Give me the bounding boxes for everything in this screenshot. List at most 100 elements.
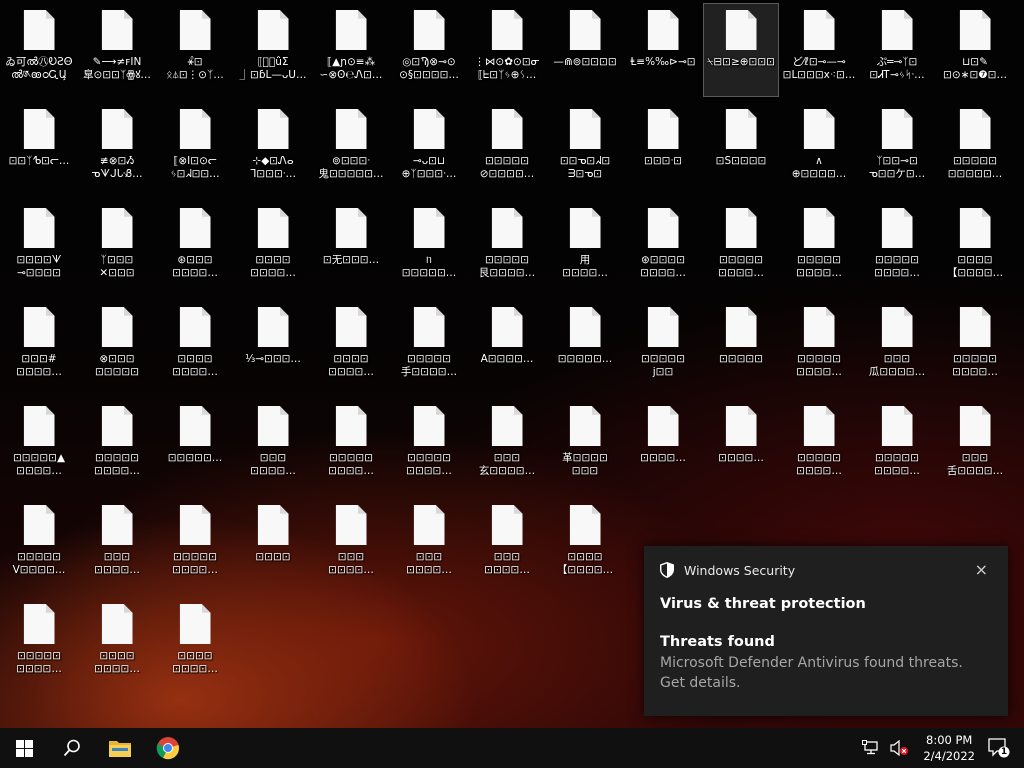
clock[interactable]: 8:00 PM 2/4/2022: [923, 732, 975, 764]
desktop-file-icon[interactable]: ⊔⊡✎ ⊡⊙∗⊡❼⊡…: [938, 4, 1012, 96]
desktop-file-icon[interactable]: ⊡⊡⊡⊡⊡ ⊡⊡⊡⊡…: [860, 202, 934, 294]
desktop-file-icon[interactable]: ⊡⊡⊡⊡⊡…: [548, 301, 622, 393]
file-name-label: ✎⟶≠ꜰIN 皐⊙⊡⊡ᛉꙮꙋ…: [80, 56, 154, 82]
volume-muted-icon[interactable]: [888, 740, 910, 756]
desktop-file-icon[interactable]: ⊡⊡⊡⊡⊡ V⊡⊡⊡⊡…: [2, 499, 76, 591]
desktop-file-icon[interactable]: ゐ可ൽ㊇ᎧƧꙪ ൽ༁ꙭഠᏩԱ̧: [2, 4, 76, 96]
desktop-file-icon[interactable]: ⊡⊡⊡ 舌⊡⊡⊡⊡…: [938, 400, 1012, 492]
desktop-file-icon[interactable]: ⊡⊡⊡⊡⊡ ⊡⊡⊡⊡…: [704, 202, 778, 294]
desktop-file-icon[interactable]: ⊡⊡⊡ ⊡⊡⊡⊡…: [470, 499, 544, 591]
desktop-file-icon[interactable]: ⊡⊡⊡⊡⊡ ⊡⊡⊡⊡…: [2, 598, 76, 690]
search-button[interactable]: [48, 728, 96, 768]
desktop-file-icon[interactable]: ⊡⊡⊡⊡⊡ ⊡⊡⊡⊡…: [782, 400, 856, 492]
file-explorer-button[interactable]: [96, 728, 144, 768]
desktop-file-icon[interactable]: ⊡⊡⊡⊡⊡ ⊡⊡⊡⊡…: [80, 400, 154, 492]
desktop-file-icon[interactable]: ⊡⊡ᛉᕹ⊡ᓕ…: [2, 103, 76, 195]
desktop-file-icon[interactable]: ⊡⊡⊡⊡⊡: [704, 301, 778, 393]
desktop-file-icon[interactable]: ⊡⊡⊡ 瓜⊡⊡⊡⊡…: [860, 301, 934, 393]
file-name-label: ⊡⊡⊡⊡ ⊡⊡⊡⊡…: [236, 254, 310, 280]
desktop-file-icon[interactable]: ⊸ᴗ⊡⊔ ⊕ᛉ⊡⊡⊡ᐧ…: [392, 103, 466, 195]
desktop-file-icon[interactable]: ᛉ⊡⊡⊡ ✕⊡⊡⊡: [80, 202, 154, 294]
start-button[interactable]: [0, 728, 48, 768]
file-icon: [569, 109, 601, 149]
desktop-file-icon[interactable]: ⊡⊡⊡⊡⊡ ⊡⊡⊡⊡…: [392, 400, 466, 492]
desktop-file-icon[interactable]: ⊡⊡⊡⊡⊡ ⊡⊡⊡⊡…: [782, 301, 856, 393]
close-icon[interactable]: ×: [975, 560, 988, 579]
desktop-file-icon[interactable]: ⊡⊡⊡⊡⊡ ⊡⊡⊡⊡⊡…: [938, 103, 1012, 195]
desktop-file-icon[interactable]: ✎⟶≠ꜰIN 皐⊙⊡⊡ᛉꙮꙋ…: [80, 4, 154, 96]
desktop-file-icon[interactable]: ⊡无⊡⊡⊡…: [314, 202, 388, 294]
desktop-file-icon[interactable]: ⊡⊡⊡⊡ ⊡⊡⊡⊡…: [158, 598, 232, 690]
desktop-file-icon[interactable]: ⊡⊡⊡ ⊡⊡⊡⊡…: [314, 499, 388, 591]
notification-toast[interactable]: Windows Security × Virus & threat protec…: [644, 546, 1008, 716]
desktop-file-icon[interactable]: ≢⊗⊡Ᏹ ᓀᗐᒍᒟᏰ…: [80, 103, 154, 195]
desktop-file-icon[interactable]: ⊹◆⊡Ꮑⴰ ᒣ⊡⊡⊡ᐧ…: [236, 103, 310, 195]
file-icon: [179, 10, 211, 50]
desktop-file-icon[interactable]: —⋒⊚⊡⊡⊡⊡: [548, 4, 622, 96]
desktop-file-icon[interactable]: ⊛⊡⊡⊡⊡ ⊡⊡⊡⊡…: [626, 202, 700, 294]
desktop-file-icon[interactable]: Ã⊡⊡⊡⊡…: [470, 301, 544, 393]
desktop-file-icon[interactable]: ぷ═⊸ᛉ⊡ ⊡ᏗᎢ⊸ᛃᛋᐧ…: [860, 4, 934, 96]
chrome-button[interactable]: [144, 728, 192, 768]
desktop-file-icon[interactable]: ∧ ⊕⊡⊡⊡⊡…: [782, 103, 856, 195]
desktop-file-icon[interactable]: ⊡⊡⊡⊡…: [704, 400, 778, 492]
desktop-file-icon[interactable]: ⊡⊡⊡⊡ ⊡⊡⊡⊡…: [236, 202, 310, 294]
desktop-file-icon[interactable]: ⊡⊡⊡⊡ᗐ ⊸⊡⊡⊡⊡: [2, 202, 76, 294]
file-name-line-1: ⟦ヷ⃒ǚΣ: [257, 56, 289, 68]
desktop-file-icon[interactable]: ⊡⊡⊡⊡ 【⊡⊡⊡⊡…: [938, 202, 1012, 294]
desktop-file-icon[interactable]: ⊡⊡⊡⊡⊡ 艮⊡⊡⊡⊡…: [470, 202, 544, 294]
desktop-file-icon[interactable]: ⊡⊡ᓀ⊡ᖽ⊡ ᗱ⊡ᓀ⊡: [548, 103, 622, 195]
desktop-file-icon[interactable]: ⊡⊡⊡⊡…: [626, 400, 700, 492]
desktop-file-icon[interactable]: ⊗⊡⊡⊡ ⊡⊡⊡⊡⊡: [80, 301, 154, 393]
desktop-file-icon[interactable]: ⊡⊡⊡# ⊡⊡⊡⊡…: [2, 301, 76, 393]
desktop-file-icon[interactable]: ⊛⊡⊡⊡ ⊡⊡⊡⊡…: [158, 202, 232, 294]
desktop-file-icon[interactable]: 革⊡⊡⊡⊡ ⊡⊡⊡: [548, 400, 622, 492]
file-name-line-1: ⊡⊡⊡⊡…: [718, 452, 764, 464]
desktop-file-icon[interactable]: ◎⊡Ϡ⊗⊸⊙ ⊙§⊡⊡⊡⊡…: [392, 4, 466, 96]
desktop-file-icon[interactable]: 用 ⊡⊡⊡⊡…: [548, 202, 622, 294]
desktop-file-icon[interactable]: ⊡⊡⊡ 玄⊡⊡⊡⊡…: [470, 400, 544, 492]
desktop-file-icon[interactable]: ⊡⊡⊡⊡⊡ j⊡⊡: [626, 301, 700, 393]
file-icon: [413, 505, 445, 545]
desktop-file-icon[interactable]: ⊡⊡⊡ ⊡⊡⊡⊡…: [392, 499, 466, 591]
desktop-file-icon[interactable]: ⊡⊡⊡ ⊡⊡⊡⊡…: [80, 499, 154, 591]
desktop-file-icon[interactable]: ⍀⊟⊡≥⊕⊡⊡⊡: [703, 3, 779, 97]
desktop-file-icon[interactable]: ⊡⊡⊡⊡⊡ ⊡⊡⊡⊡…: [782, 202, 856, 294]
desktop-file-icon[interactable]: Ⱡ≡%‰⊳⊸⊡: [626, 4, 700, 96]
desktop-file-icon[interactable]: ⊡⊡⊡⊡⊡ ⊘⊡⊡⊡⊡…: [470, 103, 544, 195]
desktop-file-icon[interactable]: ⟦▲ɲ⊙≡⁂ ∽⊗Ꙩ℮Ꮑ⊡…: [314, 4, 388, 96]
desktop-file-icon[interactable]: ⊡⊡⊡⊡ ⊡⊡⊡⊡…: [80, 598, 154, 690]
clock-date: 2/4/2022: [923, 749, 975, 763]
desktop-file-icon[interactable]: ⚹̈̇⊡ ᛟ⏃⊡⋮⊙ᛉ…: [158, 4, 232, 96]
desktop-file-icon[interactable]: ⊡⊡⊡⊡ ⊡⊡⊡⊡…: [158, 301, 232, 393]
file-name-label: ⋮⋈⊙✿⊙⊡ᓂ ⟦ᖶ⊡ᛉᛃ⊕ᛊ…: [470, 56, 544, 82]
desktop-file-icon[interactable]: ⋮⋈⊙✿⊙⊡ᓂ ⟦ᖶ⊡ᛉᛃ⊕ᛊ…: [470, 4, 544, 96]
desktop-file-icon[interactable]: ⊚⊡⊡⊡ᐧ 鬼⊡⊡⊡⊡⊡…: [314, 103, 388, 195]
desktop-file-icon[interactable]: ⊡⊡⊡⊡⊡ 手⊡⊡⊡⊡…: [392, 301, 466, 393]
desktop-file-icon[interactable]: ⊡⊡⊡⊡⊡ ⊡⊡⊡⊡…: [938, 301, 1012, 393]
desktop-file-icon[interactable]: ⊡S⊡⊡⊡⊡: [704, 103, 778, 195]
file-name-line-1: ⟦⊗Ⅰ⊡⊙ᓕ: [173, 155, 217, 167]
toast-title: Virus & threat protection: [660, 596, 866, 612]
desktop-file-icon[interactable]: ⟦ヷ⃒ǚΣ ⏌⊡ɓᒪ—ᴗᑌ…: [236, 4, 310, 96]
network-icon[interactable]: [860, 740, 882, 756]
desktop-file-icon[interactable]: ⊡⊡⊡ ⊡⊡⊡⊡…: [236, 400, 310, 492]
desktop-file-icon[interactable]: ⊡⊡⊡⊡⊡…: [158, 400, 232, 492]
file-icon: [179, 505, 211, 545]
desktop-file-icon[interactable]: ᛉ⊡⊡⊸⊡ ᓀ⊡⊡ケ⊡…: [860, 103, 934, 195]
desktop-file-icon[interactable]: ど⁄ℓ⊡⊸—⊸ ⊡ᒪ⊡⊡⊡x⁖⊡…: [782, 4, 856, 96]
desktop-file-icon[interactable]: ⊡⊡⊡⊡ 【⊡⊡⊡⊡…: [548, 499, 622, 591]
desktop-file-icon[interactable]: ⊡⊡⊡⊡⊡ ⊡⊡⊡⊡…: [860, 400, 934, 492]
desktop-file-icon[interactable]: ⊡⊡⊡⊡ ⊡⊡⊡⊡…: [314, 301, 388, 393]
desktop-file-icon[interactable]: ⊡⊡⊡ᐧ⊡: [626, 103, 700, 195]
desktop-file-icon[interactable]: ⊡⊡⊡⊡⊡ ⊡⊡⊡⊡…: [158, 499, 232, 591]
desktop-file-icon[interactable]: ⊡⊡⊡⊡⊡▲ ⊡⊡⊡⊡…: [2, 400, 76, 492]
desktop-file-icon[interactable]: ⅓⊸⊡⊡⊡…: [236, 301, 310, 393]
toast-subtitle: Threats found: [660, 634, 775, 650]
desktop-file-icon[interactable]: ᥒ ⊡⊡⊡⊡⊡…: [392, 202, 466, 294]
desktop-file-icon[interactable]: ⊡⊡⊡⊡: [236, 499, 310, 591]
action-center-button[interactable]: 1: [988, 738, 1010, 758]
desktop-file-icon[interactable]: ⊡⊡⊡⊡⊡ ⊡⊡⊡⊡…: [314, 400, 388, 492]
desktop-file-icon[interactable]: ⟦⊗Ⅰ⊡⊙ᓕ ᛃ⊡ᖽ⊡⊡…: [158, 103, 232, 195]
file-name-line-2: ⊡⊡⊡⊡⊡…: [947, 168, 1003, 180]
